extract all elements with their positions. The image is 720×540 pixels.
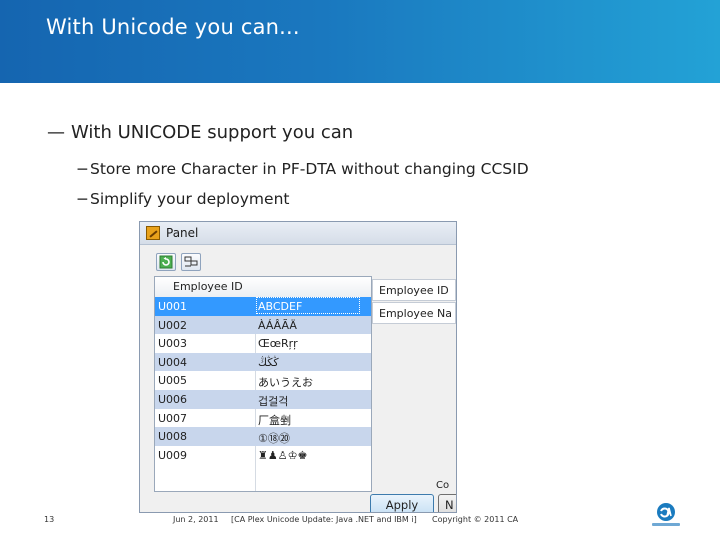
sub-bullet: −Simplify your deployment	[76, 190, 289, 208]
title-banner: With Unicode you can...	[0, 0, 720, 83]
bullet-dash: −	[76, 190, 89, 208]
focus-rectangle	[256, 297, 360, 314]
refresh-icon[interactable]	[156, 253, 176, 271]
panel-body: Employee ID U001 ABCDEF U002 ÀÁÂÃÄ U003 ŒœRŗŗ…	[140, 245, 456, 512]
employee-id-cell[interactable]: U005	[158, 374, 187, 387]
employee-id-cell[interactable]: U009	[158, 449, 187, 462]
employee-id-cell[interactable]: U006	[158, 393, 187, 406]
footer-date: Jun 2, 2011	[173, 515, 219, 524]
app-icon	[146, 226, 160, 240]
co-label: Co	[436, 480, 450, 491]
employee-name-cell[interactable]: 厂盒剉	[258, 412, 291, 428]
column-header-employee-id[interactable]: Employee ID	[173, 280, 243, 293]
slide-title: With Unicode you can...	[46, 15, 300, 39]
table-row[interactable]: U001 ABCDEF	[155, 297, 371, 316]
employee-id-cell[interactable]: U008	[158, 430, 187, 443]
bullet-dash: —	[47, 122, 65, 143]
employee-id-label: Employee ID	[372, 279, 456, 301]
main-bullet: — With UNICODE support you can	[47, 122, 353, 143]
employee-id-cell[interactable]: U001	[158, 300, 187, 313]
table-row[interactable]: U005 あいうえお	[155, 371, 371, 390]
employee-name-cell[interactable]: ♜♟♙♔♚	[258, 449, 307, 462]
employee-name-cell[interactable]: ①⑱⑳	[258, 430, 290, 446]
ca-logo	[648, 502, 684, 528]
employee-name-label: Employee Na	[372, 302, 456, 324]
table-row[interactable]: U007 厂盒剉	[155, 409, 371, 428]
table-row[interactable]: U009 ♜♟♙♔♚	[155, 446, 371, 465]
sub-bullet-text: Store more Character in PF-DTA without c…	[90, 160, 529, 178]
panel-titlebar: Panel	[140, 222, 456, 245]
grid-header: Employee ID	[155, 277, 371, 298]
employee-name-cell[interactable]: ÀÁÂÃÄ	[258, 319, 297, 332]
sub-bullet-text: Simplify your deployment	[90, 190, 290, 208]
detail-form: Employee ID Employee Na	[372, 276, 456, 512]
table-row[interactable]: U006 겁걸걱	[155, 390, 371, 409]
employee-name-cell[interactable]: 겁걸걱	[258, 393, 288, 409]
employee-id-cell[interactable]: U003	[158, 337, 187, 350]
apply-button[interactable]: Apply	[370, 494, 434, 512]
footer-copyright: Copyright © 2011 CA	[432, 515, 519, 524]
employee-name-cell[interactable]: ڭڭڭ	[258, 356, 279, 369]
n-button[interactable]: N	[438, 494, 456, 512]
table-row[interactable]: U002 ÀÁÂÃÄ	[155, 315, 371, 335]
table-row[interactable]: U004 ڭڭڭ	[155, 352, 371, 372]
employee-name-cell[interactable]: ŒœRŗŗ	[258, 337, 298, 350]
employee-grid[interactable]: Employee ID U001 ABCDEF U002 ÀÁÂÃÄ U003 ŒœRŗŗ…	[154, 276, 372, 492]
panel-window: Panel Employee ID U001 ABCDEF U002 ÀÁÂÃÄ U00…	[139, 221, 457, 513]
sub-bullet: −Store more Character in PF-DTA without …	[76, 160, 529, 178]
main-bullet-text: With UNICODE support you can	[71, 122, 354, 143]
table-row[interactable]: U003 ŒœRŗŗ	[155, 334, 371, 353]
employee-id-cell[interactable]: U002	[158, 319, 187, 332]
employee-id-cell[interactable]: U004	[158, 356, 187, 369]
bullet-dash: −	[76, 160, 89, 178]
employee-id-cell[interactable]: U007	[158, 412, 187, 425]
page-number: 13	[44, 515, 55, 524]
employee-name-cell[interactable]: あいうえお	[258, 374, 313, 390]
footer-document: [CA Plex Unicode Update: Java .NET and I…	[231, 515, 417, 524]
grid-view-icon[interactable]	[181, 253, 201, 271]
panel-title: Panel	[166, 226, 199, 240]
table-row[interactable]: U008 ①⑱⑳	[155, 427, 371, 446]
